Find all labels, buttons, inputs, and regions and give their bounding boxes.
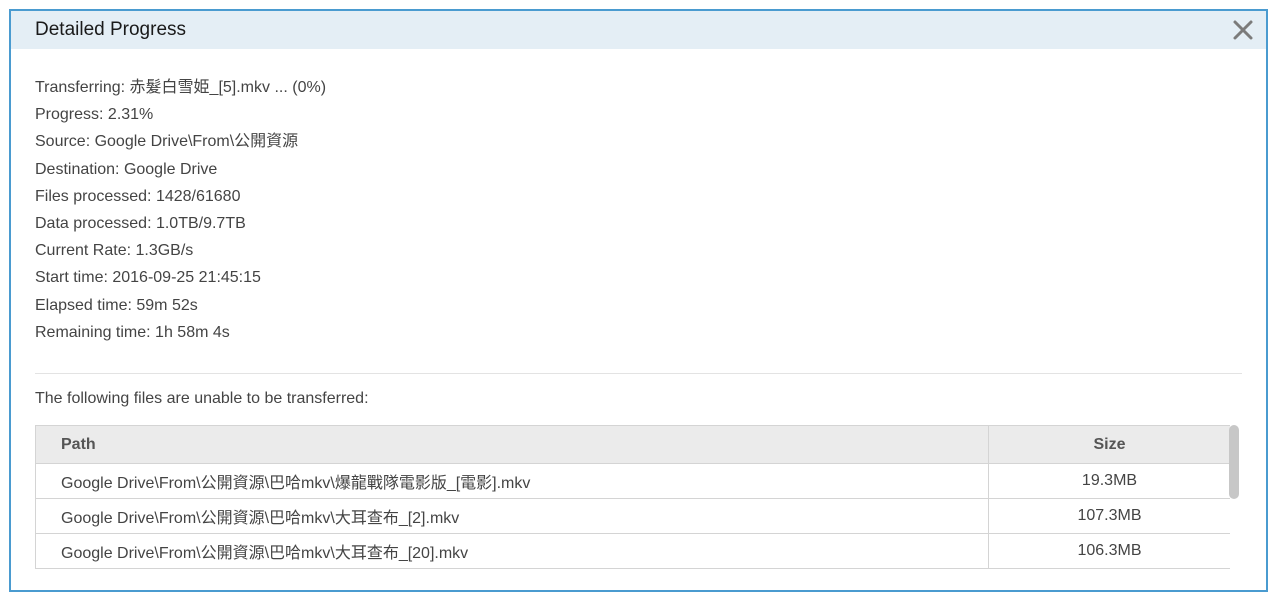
source-text: Source: Google Drive\From\公開資源 xyxy=(35,133,299,151)
dialog-titlebar: Detailed Progress xyxy=(11,11,1266,49)
size-column-header[interactable]: Size xyxy=(988,425,1230,464)
current-rate-text: Current Rate: 1.3GB/s xyxy=(35,242,194,260)
failed-files-table: Path Size Google Drive\From\公開資源\巴哈mkv\爆… xyxy=(35,425,1230,569)
size-cell: 107.3MB xyxy=(988,498,1230,534)
detailed-progress-dialog: Detailed Progress Transferring: 赤髮白雪姫_[5… xyxy=(9,9,1268,592)
table-row[interactable]: Google Drive\From\公開資源\巴哈mkv\大耳查布_[2].mk… xyxy=(35,498,1230,534)
progress-text: Progress: 2.31% xyxy=(35,106,154,124)
path-cell: Google Drive\From\公開資源\巴哈mkv\大耳查布_[20].m… xyxy=(35,533,989,569)
transferring-text: Transferring: 赤髮白雪姫_[5].mkv ... (0%) xyxy=(35,79,327,96)
scrollbar-thumb[interactable] xyxy=(1229,425,1239,499)
table-row[interactable]: Google Drive\From\公開資源\巴哈mkv\大耳查布_[20].m… xyxy=(35,533,1230,569)
progress-info: Transferring: 赤髮白雪姫_[5].mkv ... (0%) Pro… xyxy=(35,74,326,346)
failed-files-label: The following files are unable to be tra… xyxy=(35,390,369,407)
table-row[interactable]: Google Drive\From\公開資源\巴哈mkv\爆龍戰隊電影版_[電影… xyxy=(35,463,1230,499)
elapsed-time-text: Elapsed time: 59m 52s xyxy=(35,296,198,314)
close-icon[interactable] xyxy=(1230,17,1256,43)
data-processed-text: Data processed: 1.0TB/9.7TB xyxy=(35,215,246,233)
path-cell: Google Drive\From\公開資源\巴哈mkv\爆龍戰隊電影版_[電影… xyxy=(35,463,989,499)
section-divider xyxy=(35,373,1242,374)
failed-files-table-container[interactable]: Path Size Google Drive\From\公開資源\巴哈mkv\爆… xyxy=(35,425,1230,571)
start-time-text: Start time: 2016-09-25 21:45:15 xyxy=(35,269,261,287)
path-cell: Google Drive\From\公開資源\巴哈mkv\大耳查布_[2].mk… xyxy=(35,498,989,534)
size-cell: 19.3MB xyxy=(988,463,1230,499)
table-scrollbar[interactable] xyxy=(1229,425,1241,571)
dialog-title: Detailed Progress xyxy=(35,19,187,40)
table-header-row: Path Size xyxy=(35,425,1230,464)
files-processed-text: Files processed: 1428/61680 xyxy=(35,187,241,205)
path-column-header[interactable]: Path xyxy=(35,425,989,464)
size-cell: 106.3MB xyxy=(988,533,1230,569)
remaining-time-text: Remaining time: 1h 58m 4s xyxy=(35,323,230,341)
destination-text: Destination: Google Drive xyxy=(35,160,218,178)
